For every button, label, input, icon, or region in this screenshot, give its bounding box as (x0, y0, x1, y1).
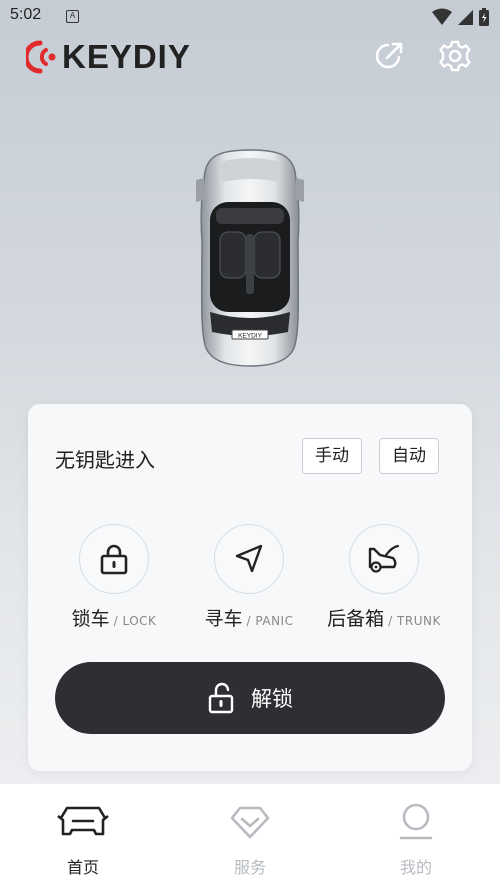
panic-label-en: / PANIC (246, 614, 294, 628)
diamond-icon (230, 806, 270, 839)
keyless-entry-label: 无钥匙进入 (55, 448, 155, 472)
gear-icon (439, 40, 471, 72)
signal-icon (458, 10, 473, 25)
keydiy-logo: KEYDIY (26, 38, 191, 76)
tab-home[interactable]: 首页 (23, 802, 143, 878)
status-icons (432, 7, 490, 27)
status-time: 5:02 (10, 6, 42, 23)
trunk-label-zh: 后备箱 (327, 608, 385, 630)
lock-label-en: / LOCK (113, 614, 157, 628)
app-header: KEYDIY (0, 34, 500, 80)
unlock-icon (208, 682, 234, 714)
panic-label: 寻车 / PANIC (174, 604, 324, 631)
trunk-label: 后备箱 / TRUNK (309, 604, 459, 631)
lock-icon (100, 544, 128, 575)
car-home-icon (57, 806, 109, 836)
panic-button[interactable] (214, 524, 284, 594)
trunk-icon (368, 544, 400, 573)
lock-button[interactable] (79, 524, 149, 594)
wifi-icon (432, 8, 452, 25)
panic-action[interactable]: 寻车 / PANIC (174, 524, 324, 634)
car-image: KEYDIY (180, 142, 320, 368)
trunk-label-en: / TRUNK (388, 614, 441, 628)
bottom-tab-bar: 首页 服务 我的 (0, 784, 500, 888)
tab-service-label: 服务 (233, 858, 266, 877)
tab-mine[interactable]: 我的 (356, 802, 476, 878)
manual-mode-button[interactable]: 手动 (302, 438, 362, 474)
unlock-label: 解锁 (251, 687, 293, 711)
panic-label-zh: 寻车 (204, 608, 243, 630)
lock-label-zh: 锁车 (71, 608, 110, 630)
trunk-button[interactable] (349, 524, 419, 594)
unlock-button[interactable]: 解锁 (55, 662, 445, 734)
signal-logo-icon (26, 40, 56, 74)
tab-service[interactable]: 服务 (190, 802, 310, 878)
share-button[interactable] (371, 38, 407, 74)
locate-arrow-icon (235, 544, 263, 573)
trunk-action[interactable]: 后备箱 / TRUNK (309, 524, 459, 634)
control-card: 无钥匙进入 手动 自动 锁车 / LOCK 寻车 / PANIC 后备箱 / T… (28, 404, 472, 771)
tab-mine-label: 我的 (399, 858, 432, 877)
battery-icon (479, 8, 489, 26)
settings-button[interactable] (437, 38, 473, 74)
status-bar: 5:02 A (0, 0, 500, 34)
license-plate: KEYDIY (238, 333, 263, 340)
logo-text: KEYDIY (62, 38, 191, 75)
tab-home-label: 首页 (66, 858, 99, 877)
notification-icon: A (66, 10, 79, 23)
person-icon (399, 803, 433, 840)
share-icon (375, 42, 403, 69)
lock-action[interactable]: 锁车 / LOCK (39, 524, 189, 634)
lock-label: 锁车 / LOCK (39, 604, 189, 631)
auto-mode-button[interactable]: 自动 (379, 438, 439, 474)
